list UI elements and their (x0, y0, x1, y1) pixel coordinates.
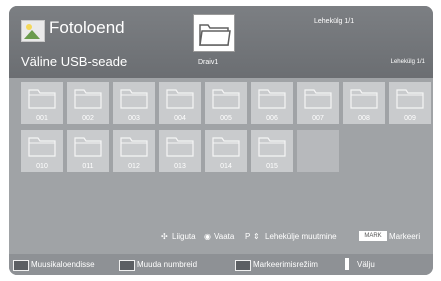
page-updown-icon: ⇕ (253, 232, 260, 241)
folder-number: 005 (220, 115, 232, 122)
folder-tile[interactable]: 004 (159, 82, 201, 124)
folder-icon (28, 89, 56, 109)
folder-number: 013 (174, 163, 186, 170)
folder-number: 008 (358, 115, 370, 122)
page-key-icon: P (245, 232, 251, 241)
folder-number: 003 (128, 115, 140, 122)
mark-key-chip: MARK (359, 231, 387, 241)
folder-tile[interactable]: 008 (343, 82, 385, 124)
mark-hint: Markeeri (389, 232, 421, 241)
folder-tile[interactable]: 009 (389, 82, 431, 124)
folder-icon (166, 89, 194, 109)
folder-tile[interactable]: 001 (21, 82, 63, 124)
photo-list-screen: Fotoloend Väline USB-seade Draiv1 Lehekü… (9, 6, 433, 275)
footer-bar: Muusikaloendisse Muuda numbreid Markeeri… (9, 254, 433, 275)
folder-tile[interactable]: 012 (113, 130, 155, 172)
page-indicator-top: Lehekülg 1/1 (314, 18, 355, 25)
folder-icon (350, 89, 378, 109)
folder-icon (304, 89, 332, 109)
folder-tile[interactable]: 005 (205, 82, 247, 124)
folder-number: 001 (36, 115, 48, 122)
folder-tile[interactable]: 015 (251, 130, 293, 172)
color-key-swatch (235, 260, 251, 271)
device-label: Väline USB-seade (21, 54, 128, 69)
folder-tile[interactable]: 013 (159, 130, 201, 172)
folder-icon (120, 137, 148, 157)
folder-tile[interactable]: 010 (21, 130, 63, 172)
folder-number: 009 (404, 115, 416, 122)
control-hints: ✣ Liiguta ◉ Vaata P ⇕ Lehekülje muutmine… (9, 228, 433, 244)
page-change-hint: Lehekülje muutmine (265, 232, 337, 241)
folder-tile[interactable]: 006 (251, 82, 293, 124)
empty-tile (297, 130, 339, 172)
folder-icon (28, 137, 56, 157)
folder-icon (212, 89, 240, 109)
exit-icon (345, 258, 349, 270)
folder-number: 014 (220, 163, 232, 170)
folder-icon (166, 137, 194, 157)
change-number-label: Muuda numbreid (137, 260, 198, 269)
folder-icon (258, 137, 286, 157)
music-list-label: Muusikaloendisse (31, 260, 95, 269)
drive-label: Draiv1 (198, 59, 219, 66)
folder-tile[interactable]: 011 (67, 130, 109, 172)
color-key-swatch (119, 260, 135, 271)
folder-icon (396, 89, 424, 109)
photo-icon (21, 20, 45, 42)
ok-button-icon: ◉ (204, 232, 211, 241)
folder-tile[interactable]: 002 (67, 82, 109, 124)
view-hint: Vaata (214, 232, 235, 241)
folder-icon (212, 137, 240, 157)
folder-number: 004 (174, 115, 186, 122)
folder-number: 011 (82, 163, 94, 170)
folder-number: 015 (266, 163, 278, 170)
folder-icon (258, 89, 286, 109)
folder-number: 007 (312, 115, 324, 122)
folder-number: 010 (36, 163, 48, 170)
folder-icon (199, 24, 231, 46)
folder-number: 006 (266, 115, 278, 122)
folder-tile[interactable]: 014 (205, 130, 247, 172)
hill-shape (24, 30, 40, 39)
folder-icon (120, 89, 148, 109)
exit-label: Välju (357, 260, 375, 269)
mark-mode-label: Markeerimisrežiim (253, 260, 318, 269)
drive-folder-icon[interactable] (193, 14, 235, 52)
folder-tile[interactable]: 007 (297, 82, 339, 124)
folder-number: 012 (128, 163, 140, 170)
page-indicator-right: Lehekülg 1/1 (390, 59, 425, 65)
color-key-swatch (13, 260, 29, 271)
folder-icon (74, 89, 102, 109)
header-bar: Fotoloend Väline USB-seade Draiv1 Lehekü… (9, 6, 433, 78)
folder-tile[interactable]: 003 (113, 82, 155, 124)
move-arrows-icon: ✣ (161, 232, 168, 241)
folder-number: 002 (82, 115, 94, 122)
move-hint: Liiguta (172, 232, 196, 241)
folder-icon (74, 137, 102, 157)
page-title: Fotoloend (49, 18, 125, 37)
